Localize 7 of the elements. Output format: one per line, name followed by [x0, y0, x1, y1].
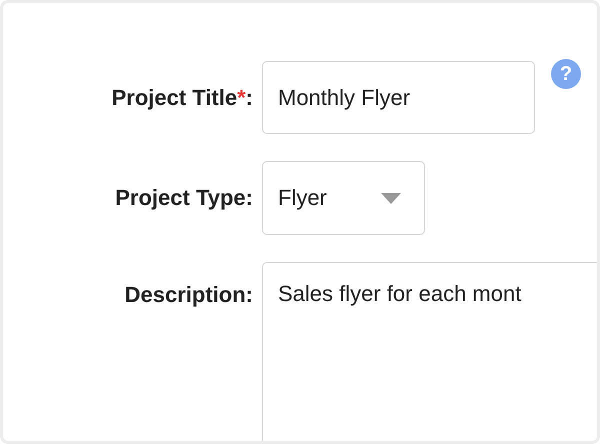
- field-label: Project Title*:: [110, 84, 253, 110]
- caret-icon: [381, 192, 401, 204]
- field-label: Description:: [124, 281, 253, 308]
- field-label: Project Type:: [114, 185, 253, 211]
- description-textarea[interactable]: Sales flyer for each mont: [262, 262, 597, 441]
- type-dropdown[interactable]: Flyer: [262, 161, 425, 235]
- title-input[interactable]: Monthly Flyer: [262, 61, 535, 134]
